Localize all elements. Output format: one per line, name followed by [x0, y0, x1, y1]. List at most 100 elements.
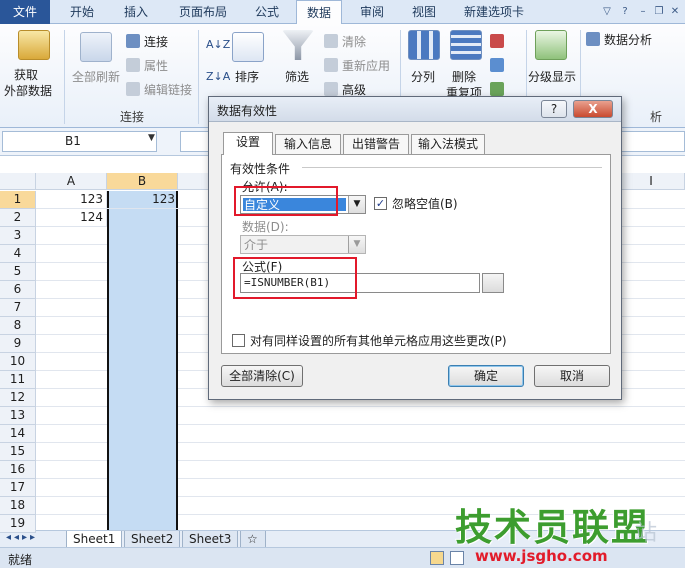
- column-header-b[interactable]: B: [107, 173, 178, 190]
- cancel-button[interactable]: 取消: [534, 365, 610, 387]
- tab-page-layout[interactable]: 页面布局: [172, 0, 234, 24]
- collapse-ribbon-icon[interactable]: ▽: [600, 5, 614, 19]
- row-header[interactable]: 5: [0, 263, 36, 281]
- restore-icon[interactable]: ❐: [652, 5, 666, 19]
- reapply-button[interactable]: 重新应用: [342, 57, 390, 74]
- sheet-tab-2[interactable]: Sheet2: [124, 531, 181, 548]
- properties-button[interactable]: 属性: [144, 57, 168, 74]
- sort-icon: [232, 32, 264, 62]
- ignore-blank-checkbox[interactable]: ✓: [374, 197, 387, 210]
- sheet-tab-3[interactable]: Sheet3: [182, 531, 239, 548]
- tab-home[interactable]: 开始: [62, 0, 102, 24]
- row-header[interactable]: 12: [0, 389, 36, 407]
- tab-review[interactable]: 审阅: [352, 0, 392, 24]
- close-workbook-icon[interactable]: ✕: [668, 5, 682, 19]
- what-if-icon[interactable]: [490, 82, 504, 96]
- annotation-box-formula: [233, 257, 357, 299]
- name-box-dropdown-icon[interactable]: ▼: [148, 133, 155, 143]
- sort-desc-icon[interactable]: Z↓A: [206, 70, 230, 83]
- normal-view-icon[interactable]: [430, 551, 444, 565]
- dialog-tab-error-alert[interactable]: 出错警告: [343, 134, 409, 154]
- clear-icon: [324, 34, 338, 48]
- validation-criteria-title: 有效性条件: [230, 162, 291, 176]
- row-header[interactable]: 2: [0, 209, 36, 227]
- sort-asc-icon[interactable]: A↓Z: [206, 38, 230, 51]
- dialog-tab-input-message[interactable]: 输入信息: [275, 134, 341, 154]
- allow-dropdown-icon[interactable]: ▼: [348, 196, 365, 213]
- row-header[interactable]: 10: [0, 353, 36, 371]
- tab-new[interactable]: 新建选项卡: [455, 0, 533, 24]
- selected-column-b: [107, 191, 178, 531]
- row-header[interactable]: 11: [0, 371, 36, 389]
- section-divider: [302, 167, 602, 168]
- filter-button[interactable]: 筛选: [285, 68, 309, 85]
- tab-file[interactable]: 文件: [0, 0, 50, 24]
- row-header[interactable]: 9: [0, 335, 36, 353]
- watermark-url: www.jsgho.com: [475, 547, 608, 565]
- help-icon[interactable]: ?: [618, 5, 632, 19]
- data-select[interactable]: 介于 ▼: [240, 235, 366, 254]
- remove-duplicates-line1[interactable]: 删除: [452, 68, 476, 85]
- tab-view[interactable]: 视图: [404, 0, 444, 24]
- data-label: 数据(D):: [242, 220, 289, 234]
- data-dropdown-icon[interactable]: ▼: [348, 236, 365, 253]
- row-header[interactable]: 4: [0, 245, 36, 263]
- dialog-settings-panel: 有效性条件 允许(A): 自定义 ▼ ✓ 忽略空值(B) 数据(D): 介于 ▼…: [221, 154, 611, 354]
- dialog-titlebar[interactable]: 数据有效性 ? X: [209, 97, 621, 122]
- column-header-a[interactable]: A: [36, 173, 107, 190]
- cell-b1[interactable]: 123: [107, 191, 178, 209]
- tab-formulas[interactable]: 公式: [247, 0, 287, 24]
- ok-button[interactable]: 确定: [448, 365, 524, 387]
- row-header[interactable]: 18: [0, 497, 36, 515]
- annotation-box-allow: [234, 186, 338, 216]
- dialog-close-button[interactable]: X: [573, 100, 613, 118]
- filter-icon: [282, 30, 314, 60]
- remove-duplicates-icon: [450, 30, 482, 60]
- get-external-data-line2[interactable]: 外部数据: [4, 82, 52, 99]
- cell-a1[interactable]: 123: [36, 191, 107, 209]
- dialog-tab-ime-mode[interactable]: 输入法模式: [411, 134, 485, 154]
- dialog-tab-settings[interactable]: 设置: [223, 132, 273, 155]
- row-header[interactable]: 6: [0, 281, 36, 299]
- outline-button[interactable]: 分级显示: [528, 68, 576, 85]
- watermark-logo: 技术员联盟: [455, 506, 650, 549]
- properties-icon: [126, 58, 140, 72]
- sheet-nav-icon[interactable]: ◂◂▸▸: [6, 532, 38, 543]
- insert-sheet-icon[interactable]: ☆: [240, 531, 266, 548]
- data-validation-icon[interactable]: [490, 34, 504, 48]
- apply-all-checkbox[interactable]: [232, 334, 245, 347]
- range-picker-icon[interactable]: [482, 273, 504, 293]
- column-header-i[interactable]: I: [618, 173, 685, 190]
- connections-button[interactable]: 连接: [144, 33, 168, 50]
- tab-insert[interactable]: 插入: [116, 0, 156, 24]
- row-header[interactable]: 15: [0, 443, 36, 461]
- edit-links-button[interactable]: 编辑链接: [144, 81, 192, 98]
- page-layout-view-icon[interactable]: [450, 551, 464, 565]
- sheet-tab-1[interactable]: Sheet1: [66, 531, 123, 548]
- consolidate-icon[interactable]: [490, 58, 504, 72]
- select-all-corner[interactable]: [0, 173, 36, 190]
- clear-button[interactable]: 清除: [342, 33, 366, 50]
- minimize-icon[interactable]: –: [636, 5, 650, 19]
- row-header[interactable]: 17: [0, 479, 36, 497]
- sort-button[interactable]: 排序: [235, 68, 259, 85]
- text-to-columns-button[interactable]: 分列: [411, 68, 435, 85]
- cell-a2[interactable]: 124: [36, 209, 107, 227]
- row-header[interactable]: 14: [0, 425, 36, 443]
- get-external-data-line1[interactable]: 获取: [14, 66, 38, 83]
- edit-links-icon: [126, 82, 140, 96]
- row-header[interactable]: 13: [0, 407, 36, 425]
- row-header[interactable]: 1: [0, 191, 36, 209]
- tab-data[interactable]: 数据: [296, 0, 342, 25]
- refresh-all-button[interactable]: 全部刷新: [72, 68, 120, 85]
- name-box[interactable]: B1: [2, 131, 157, 152]
- row-header[interactable]: 16: [0, 461, 36, 479]
- row-header[interactable]: 8: [0, 317, 36, 335]
- ignore-blank-label: 忽略空值(B): [392, 197, 458, 211]
- row-header[interactable]: 19: [0, 515, 36, 533]
- clear-all-button[interactable]: 全部清除(C): [221, 365, 303, 387]
- row-header[interactable]: 7: [0, 299, 36, 317]
- dialog-help-button[interactable]: ?: [541, 100, 567, 118]
- data-analysis-button[interactable]: 数据分析: [604, 31, 652, 48]
- row-header[interactable]: 3: [0, 227, 36, 245]
